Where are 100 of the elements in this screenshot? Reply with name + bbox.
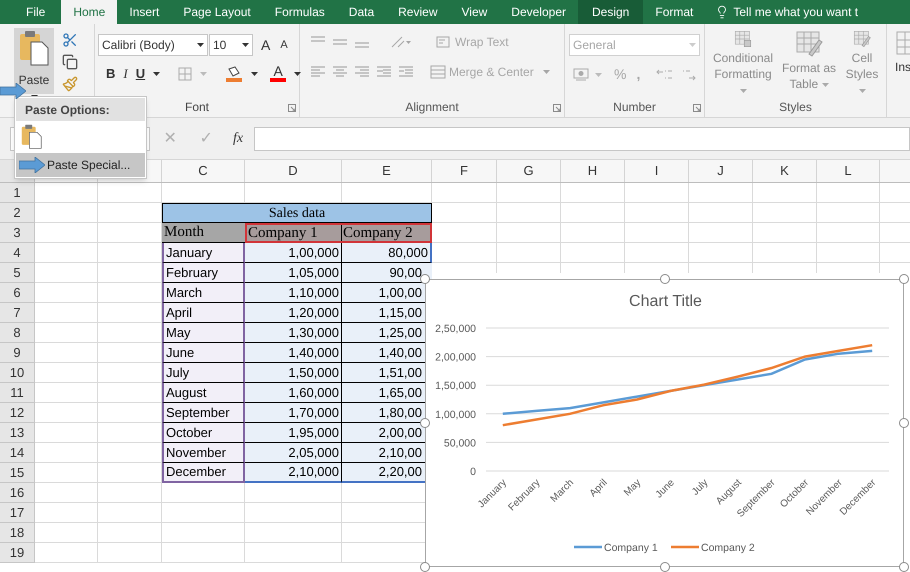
sheet-cell[interactable] — [497, 243, 561, 263]
ribbon-tab[interactable]: Page Layout — [171, 0, 263, 24]
sheet-cell[interactable] — [35, 383, 98, 403]
ribbon-tab[interactable]: Data — [336, 0, 386, 24]
borders-icon[interactable] — [178, 66, 192, 81]
row-header[interactable]: 11 — [0, 383, 35, 403]
sheet-cell[interactable] — [35, 263, 98, 283]
column-header[interactable]: G — [497, 160, 561, 182]
grow-font-button[interactable]: A — [261, 34, 270, 56]
sheet-cell[interactable] — [162, 523, 245, 543]
column-header[interactable]: F — [432, 160, 497, 182]
row-header[interactable]: 4 — [0, 243, 35, 263]
ribbon-tab[interactable]: Design — [578, 0, 644, 24]
row-header[interactable]: 8 — [0, 323, 35, 343]
row-header[interactable]: 3 — [0, 223, 35, 243]
sheet-cell[interactable] — [497, 203, 561, 223]
sheet-cell[interactable] — [497, 223, 561, 243]
row-header[interactable]: 14 — [0, 443, 35, 463]
sheet-cell[interactable] — [625, 223, 689, 243]
sheet-cell[interactable] — [98, 183, 162, 203]
ribbon-tab[interactable]: Insert — [117, 0, 172, 24]
tell-me-field[interactable]: Tell me what you want t — [733, 3, 872, 21]
sheet-cell[interactable] — [432, 243, 497, 263]
row-header[interactable]: 1 — [0, 183, 35, 203]
bold-button[interactable]: B — [106, 64, 116, 84]
sheet-cell[interactable] — [561, 183, 625, 203]
sheet-cell[interactable] — [561, 203, 625, 223]
sheet-cell[interactable] — [245, 543, 342, 563]
ribbon-tab[interactable]: Developer — [499, 0, 578, 24]
sheet-cell[interactable] — [245, 503, 342, 523]
row-header[interactable]: 18 — [0, 523, 35, 543]
row-header[interactable]: 7 — [0, 303, 35, 323]
ribbon-tab[interactable]: View — [450, 0, 500, 24]
resize-handle[interactable] — [660, 274, 670, 284]
italic-button[interactable]: I — [123, 64, 128, 84]
paste-special-item[interactable]: Paste Special... — [16, 153, 145, 177]
font-size-field[interactable]: 10 — [209, 34, 253, 56]
column-header[interactable]: E — [342, 160, 432, 182]
shrink-font-button[interactable]: A — [280, 36, 288, 54]
sheet-cell[interactable] — [35, 503, 98, 523]
sheet-cell[interactable] — [35, 523, 98, 543]
row-header[interactable]: 5 — [0, 263, 35, 283]
sheet-cell[interactable] — [98, 523, 162, 543]
sheet-cell[interactable] — [35, 183, 98, 203]
ribbon-tab[interactable]: Home — [61, 0, 118, 24]
resize-handle[interactable] — [420, 562, 430, 572]
copy-icon[interactable] — [62, 54, 78, 70]
sheet-cell[interactable] — [817, 203, 880, 223]
font-color-button[interactable]: A — [270, 65, 286, 82]
row-header[interactable]: 16 — [0, 483, 35, 503]
ribbon-tab[interactable]: File — [0, 0, 62, 24]
sheet-cell[interactable] — [561, 223, 625, 243]
sheet-cell[interactable] — [98, 543, 162, 563]
dialog-launcher-icon[interactable] — [288, 104, 296, 112]
sheet-cell[interactable] — [35, 483, 98, 503]
fill-color-icon[interactable] — [225, 66, 244, 82]
column-header[interactable]: C — [162, 160, 245, 182]
sheet-cell[interactable] — [245, 483, 342, 503]
resize-handle[interactable] — [420, 274, 430, 284]
sheet-cell[interactable] — [35, 443, 98, 463]
column-header[interactable]: D — [245, 160, 342, 182]
resize-handle[interactable] — [899, 274, 909, 284]
sheet-cell[interactable] — [625, 243, 689, 263]
ribbon-tab[interactable]: Review — [386, 0, 450, 24]
row-header[interactable]: 9 — [0, 343, 35, 363]
row-header[interactable]: 15 — [0, 463, 35, 483]
sheet-cell[interactable] — [35, 403, 98, 423]
paste-option-button[interactable] — [21, 124, 42, 149]
sheet-cell[interactable] — [35, 423, 98, 443]
row-header[interactable]: 2 — [0, 203, 35, 223]
sheet-cell[interactable] — [753, 243, 817, 263]
column-header[interactable]: L — [817, 160, 880, 182]
sheet-cell[interactable] — [625, 203, 689, 223]
sheet-cell[interactable] — [817, 243, 880, 263]
sheet-cell[interactable] — [35, 283, 98, 303]
sheet-cell[interactable] — [98, 483, 162, 503]
column-header[interactable]: J — [689, 160, 753, 182]
sheet-cell[interactable] — [432, 183, 497, 203]
sheet-cell[interactable] — [35, 203, 98, 223]
resize-handle[interactable] — [899, 562, 909, 572]
sheet-cell[interactable] — [753, 223, 817, 243]
sheet-cell[interactable] — [35, 363, 98, 383]
sheet-cell[interactable] — [35, 223, 98, 243]
sheet-cell[interactable] — [35, 243, 98, 263]
sheet-cell[interactable] — [35, 343, 98, 363]
sheet-cell[interactable] — [753, 183, 817, 203]
resize-handle[interactable] — [899, 418, 909, 428]
sheet-cell[interactable] — [689, 223, 753, 243]
sheet-cell[interactable] — [432, 223, 497, 243]
sheet-cell[interactable] — [35, 303, 98, 323]
paste-button[interactable]: Paste — [14, 28, 54, 94]
formula-input[interactable] — [254, 126, 910, 150]
row-header[interactable]: 19 — [0, 543, 35, 563]
sheet-cell[interactable] — [497, 183, 561, 203]
cut-icon[interactable] — [62, 32, 78, 48]
sheet-cell[interactable] — [35, 543, 98, 563]
sheet-cell[interactable] — [561, 243, 625, 263]
sheet-cell[interactable] — [817, 183, 880, 203]
sheet-cell[interactable] — [689, 203, 753, 223]
row-header[interactable]: 12 — [0, 403, 35, 423]
